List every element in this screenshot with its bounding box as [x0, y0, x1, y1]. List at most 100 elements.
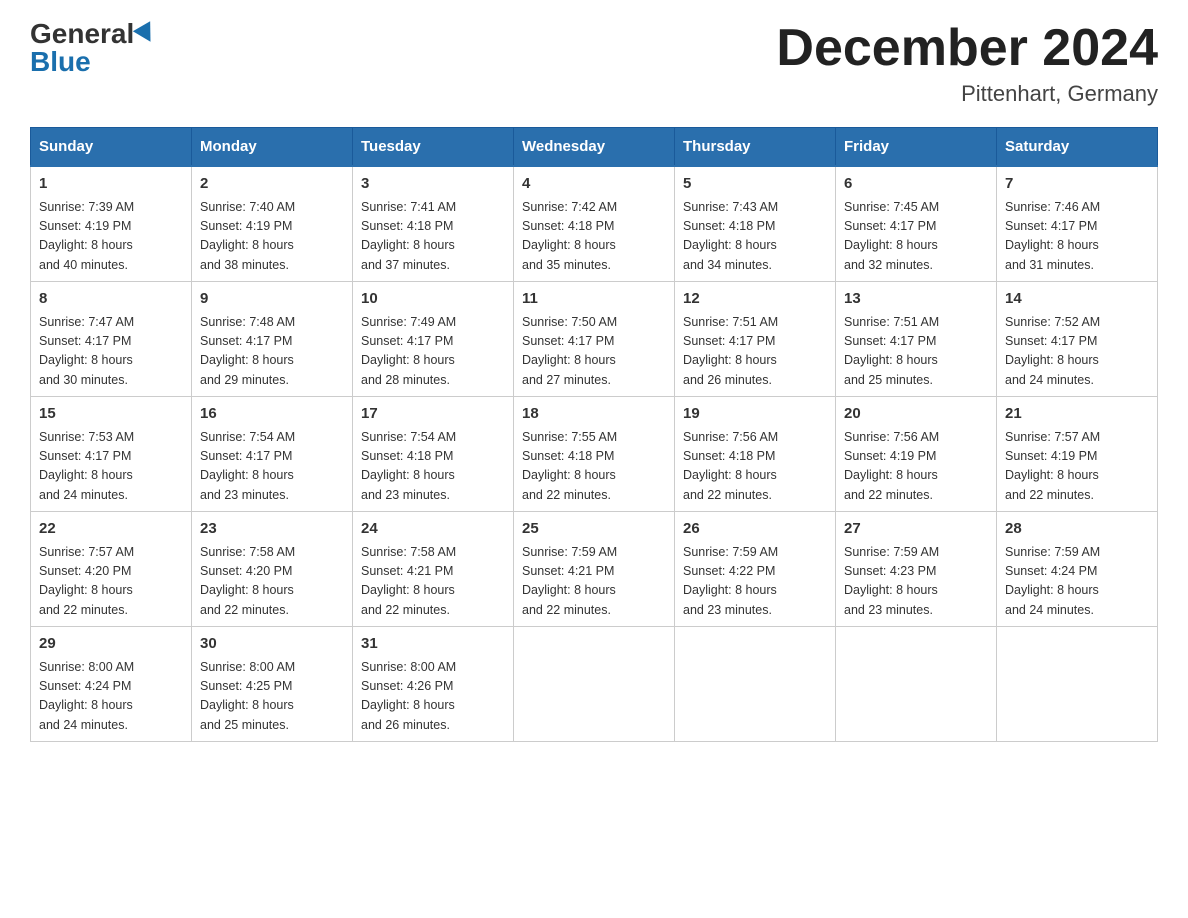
day-info: Sunrise: 7:40 AMSunset: 4:19 PMDaylight:… [200, 198, 344, 276]
day-number: 25 [522, 518, 666, 541]
calendar-cell: 17Sunrise: 7:54 AMSunset: 4:18 PMDayligh… [353, 397, 514, 512]
calendar-cell: 31Sunrise: 8:00 AMSunset: 4:26 PMDayligh… [353, 627, 514, 742]
header-row: SundayMondayTuesdayWednesdayThursdayFrid… [31, 128, 1158, 167]
calendar-cell: 6Sunrise: 7:45 AMSunset: 4:17 PMDaylight… [836, 166, 997, 282]
calendar-cell: 7Sunrise: 7:46 AMSunset: 4:17 PMDaylight… [997, 166, 1158, 282]
week-row-2: 8Sunrise: 7:47 AMSunset: 4:17 PMDaylight… [31, 282, 1158, 397]
calendar-cell: 4Sunrise: 7:42 AMSunset: 4:18 PMDaylight… [514, 166, 675, 282]
day-number: 4 [522, 173, 666, 196]
week-row-4: 22Sunrise: 7:57 AMSunset: 4:20 PMDayligh… [31, 512, 1158, 627]
calendar-cell: 19Sunrise: 7:56 AMSunset: 4:18 PMDayligh… [675, 397, 836, 512]
calendar-cell: 5Sunrise: 7:43 AMSunset: 4:18 PMDaylight… [675, 166, 836, 282]
day-number: 3 [361, 173, 505, 196]
day-number: 11 [522, 288, 666, 311]
day-number: 12 [683, 288, 827, 311]
header-cell-sunday: Sunday [31, 128, 192, 167]
calendar-cell: 18Sunrise: 7:55 AMSunset: 4:18 PMDayligh… [514, 397, 675, 512]
calendar-cell: 15Sunrise: 7:53 AMSunset: 4:17 PMDayligh… [31, 397, 192, 512]
day-number: 24 [361, 518, 505, 541]
header-cell-wednesday: Wednesday [514, 128, 675, 167]
calendar-cell: 9Sunrise: 7:48 AMSunset: 4:17 PMDaylight… [192, 282, 353, 397]
day-number: 8 [39, 288, 183, 311]
day-info: Sunrise: 7:51 AMSunset: 4:17 PMDaylight:… [844, 313, 988, 391]
week-row-3: 15Sunrise: 7:53 AMSunset: 4:17 PMDayligh… [31, 397, 1158, 512]
calendar-cell: 14Sunrise: 7:52 AMSunset: 4:17 PMDayligh… [997, 282, 1158, 397]
day-info: Sunrise: 7:55 AMSunset: 4:18 PMDaylight:… [522, 428, 666, 506]
calendar-cell: 13Sunrise: 7:51 AMSunset: 4:17 PMDayligh… [836, 282, 997, 397]
header-cell-tuesday: Tuesday [353, 128, 514, 167]
day-info: Sunrise: 7:56 AMSunset: 4:19 PMDaylight:… [844, 428, 988, 506]
day-number: 21 [1005, 403, 1149, 426]
calendar-cell [514, 627, 675, 742]
calendar-cell [836, 627, 997, 742]
day-info: Sunrise: 7:45 AMSunset: 4:17 PMDaylight:… [844, 198, 988, 276]
header-cell-saturday: Saturday [997, 128, 1158, 167]
calendar-cell: 3Sunrise: 7:41 AMSunset: 4:18 PMDaylight… [353, 166, 514, 282]
day-info: Sunrise: 7:46 AMSunset: 4:17 PMDaylight:… [1005, 198, 1149, 276]
day-info: Sunrise: 7:56 AMSunset: 4:18 PMDaylight:… [683, 428, 827, 506]
logo: General Blue [30, 20, 156, 76]
calendar-cell: 27Sunrise: 7:59 AMSunset: 4:23 PMDayligh… [836, 512, 997, 627]
day-number: 1 [39, 173, 183, 196]
day-number: 23 [200, 518, 344, 541]
day-info: Sunrise: 7:59 AMSunset: 4:21 PMDaylight:… [522, 543, 666, 621]
day-number: 31 [361, 633, 505, 656]
day-number: 9 [200, 288, 344, 311]
day-number: 28 [1005, 518, 1149, 541]
day-info: Sunrise: 7:47 AMSunset: 4:17 PMDaylight:… [39, 313, 183, 391]
day-info: Sunrise: 7:59 AMSunset: 4:23 PMDaylight:… [844, 543, 988, 621]
calendar-table: SundayMondayTuesdayWednesdayThursdayFrid… [30, 127, 1158, 742]
week-row-1: 1Sunrise: 7:39 AMSunset: 4:19 PMDaylight… [31, 166, 1158, 282]
calendar-cell: 2Sunrise: 7:40 AMSunset: 4:19 PMDaylight… [192, 166, 353, 282]
calendar-cell: 20Sunrise: 7:56 AMSunset: 4:19 PMDayligh… [836, 397, 997, 512]
day-info: Sunrise: 7:39 AMSunset: 4:19 PMDaylight:… [39, 198, 183, 276]
location-subtitle: Pittenhart, Germany [776, 81, 1158, 107]
calendar-cell: 23Sunrise: 7:58 AMSunset: 4:20 PMDayligh… [192, 512, 353, 627]
calendar-cell: 21Sunrise: 7:57 AMSunset: 4:19 PMDayligh… [997, 397, 1158, 512]
day-info: Sunrise: 7:48 AMSunset: 4:17 PMDaylight:… [200, 313, 344, 391]
day-number: 18 [522, 403, 666, 426]
day-info: Sunrise: 7:54 AMSunset: 4:17 PMDaylight:… [200, 428, 344, 506]
week-row-5: 29Sunrise: 8:00 AMSunset: 4:24 PMDayligh… [31, 627, 1158, 742]
day-number: 19 [683, 403, 827, 426]
day-number: 29 [39, 633, 183, 656]
calendar-cell [675, 627, 836, 742]
calendar-cell: 10Sunrise: 7:49 AMSunset: 4:17 PMDayligh… [353, 282, 514, 397]
logo-general-text: General [30, 20, 134, 48]
day-info: Sunrise: 7:59 AMSunset: 4:22 PMDaylight:… [683, 543, 827, 621]
day-number: 7 [1005, 173, 1149, 196]
calendar-cell: 22Sunrise: 7:57 AMSunset: 4:20 PMDayligh… [31, 512, 192, 627]
day-info: Sunrise: 7:59 AMSunset: 4:24 PMDaylight:… [1005, 543, 1149, 621]
day-number: 6 [844, 173, 988, 196]
calendar-header: SundayMondayTuesdayWednesdayThursdayFrid… [31, 128, 1158, 167]
calendar-cell: 30Sunrise: 8:00 AMSunset: 4:25 PMDayligh… [192, 627, 353, 742]
day-info: Sunrise: 7:58 AMSunset: 4:20 PMDaylight:… [200, 543, 344, 621]
day-number: 15 [39, 403, 183, 426]
day-number: 14 [1005, 288, 1149, 311]
day-info: Sunrise: 8:00 AMSunset: 4:24 PMDaylight:… [39, 658, 183, 736]
logo-blue-text: Blue [30, 48, 91, 76]
calendar-cell: 11Sunrise: 7:50 AMSunset: 4:17 PMDayligh… [514, 282, 675, 397]
day-info: Sunrise: 7:53 AMSunset: 4:17 PMDaylight:… [39, 428, 183, 506]
day-info: Sunrise: 7:58 AMSunset: 4:21 PMDaylight:… [361, 543, 505, 621]
calendar-cell: 1Sunrise: 7:39 AMSunset: 4:19 PMDaylight… [31, 166, 192, 282]
day-info: Sunrise: 7:54 AMSunset: 4:18 PMDaylight:… [361, 428, 505, 506]
calendar-body: 1Sunrise: 7:39 AMSunset: 4:19 PMDaylight… [31, 166, 1158, 742]
day-number: 22 [39, 518, 183, 541]
calendar-cell: 28Sunrise: 7:59 AMSunset: 4:24 PMDayligh… [997, 512, 1158, 627]
header-cell-thursday: Thursday [675, 128, 836, 167]
day-number: 20 [844, 403, 988, 426]
calendar-cell: 16Sunrise: 7:54 AMSunset: 4:17 PMDayligh… [192, 397, 353, 512]
day-number: 10 [361, 288, 505, 311]
month-title: December 2024 [776, 20, 1158, 77]
day-info: Sunrise: 7:49 AMSunset: 4:17 PMDaylight:… [361, 313, 505, 391]
day-number: 2 [200, 173, 344, 196]
page-header: General Blue December 2024 Pittenhart, G… [30, 20, 1158, 107]
day-info: Sunrise: 8:00 AMSunset: 4:26 PMDaylight:… [361, 658, 505, 736]
logo-triangle-icon [133, 21, 159, 47]
day-info: Sunrise: 7:57 AMSunset: 4:19 PMDaylight:… [1005, 428, 1149, 506]
day-number: 13 [844, 288, 988, 311]
day-number: 5 [683, 173, 827, 196]
day-number: 26 [683, 518, 827, 541]
title-section: December 2024 Pittenhart, Germany [776, 20, 1158, 107]
